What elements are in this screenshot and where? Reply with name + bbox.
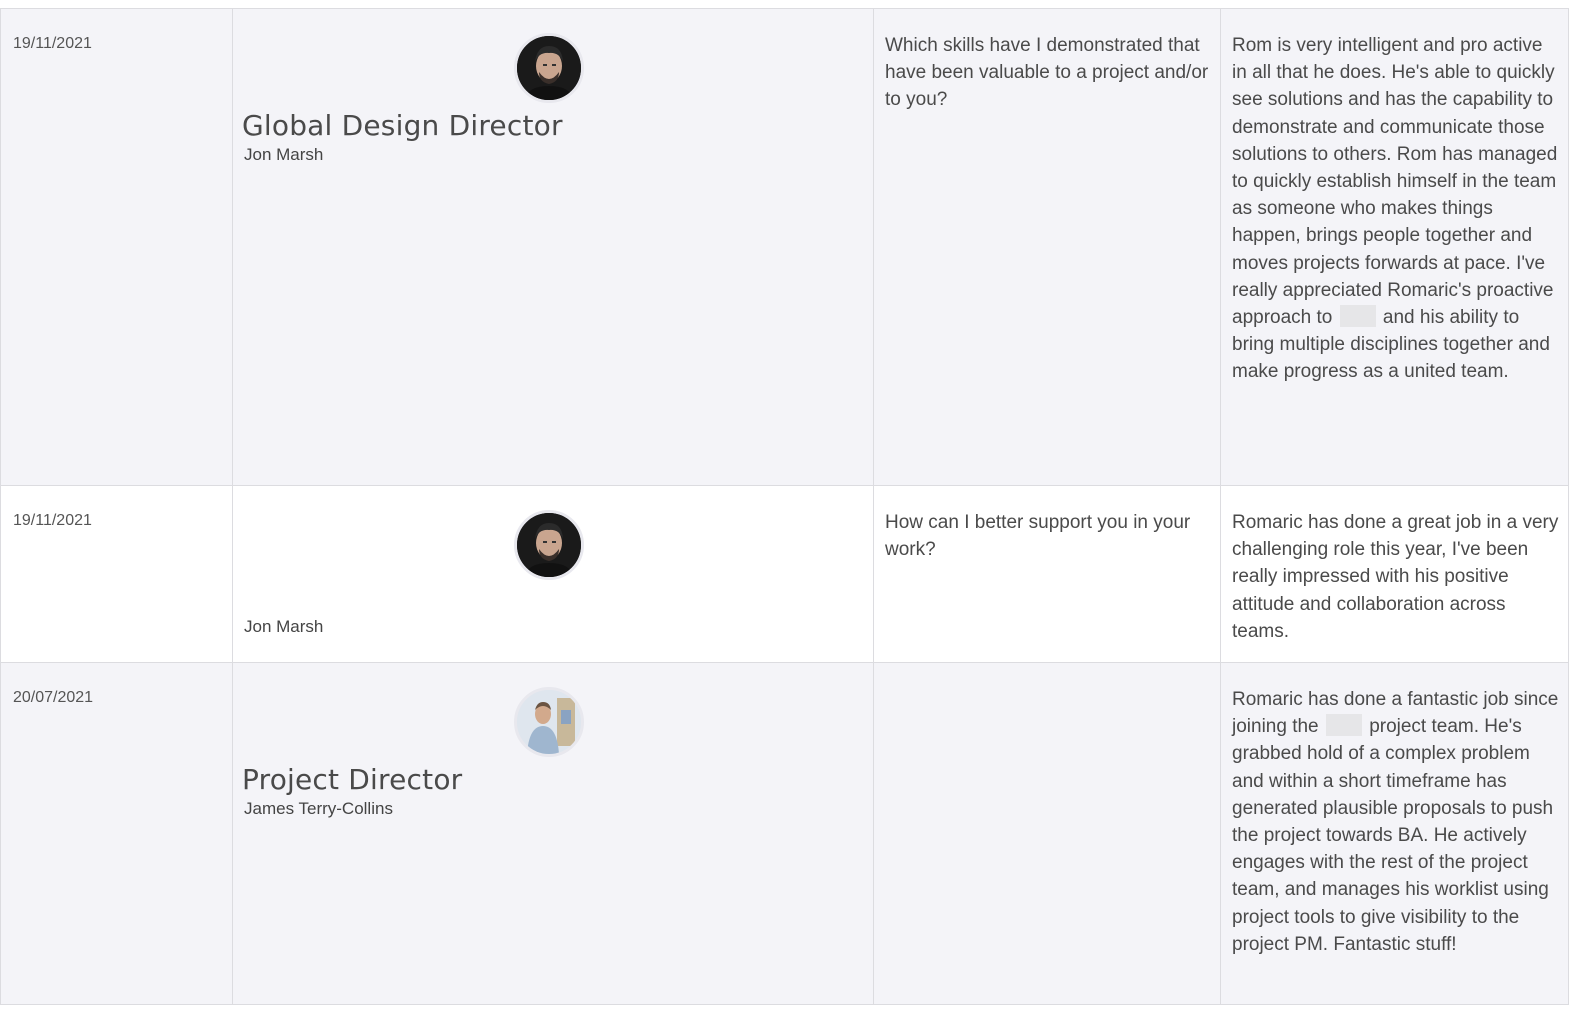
table-row: 20/07/2021 Project Director James Terry-… [0,662,1569,1005]
question-text [874,663,1220,686]
question-text: How can I better support you in your wor… [885,512,1191,561]
question-cell: How can I better support you in your wor… [873,485,1221,663]
date-cell: 20/07/2021 [0,662,233,1005]
answer-cell: Romaric has done a great job in a very c… [1220,485,1569,663]
reviewer-name: Jon Marsh [244,145,324,164]
question-text: Which skills have I demonstrated that ha… [885,35,1209,111]
question-cell [873,662,1221,1005]
reviewer-role: Project Director [242,763,463,796]
reviewer-name: Jon Marsh [244,617,324,636]
feedback-table-container: 19/11/2021 Global Design Director Jon Ma… [0,8,1569,1005]
answer-text: Rom is very intelligent and pro active i… [1221,9,1568,386]
answer-cell: Romaric has done a fantastic job since j… [1220,662,1569,1005]
table-row: 19/11/2021 Global Design Director Jon Ma… [0,8,1569,486]
answer-text: Romaric has done a fantastic job since j… [1221,663,1568,958]
date-cell: 19/11/2021 [0,485,233,663]
table-row: 19/11/2021 Jon Marsh How can I better su… [0,485,1569,663]
date-cell: 19/11/2021 [0,8,233,486]
answer-text: Romaric has done a great job in a very c… [1232,512,1559,642]
person-cell: Jon Marsh [232,485,874,663]
date: 20/07/2021 [13,689,94,706]
avatar[interactable] [514,687,584,757]
avatar[interactable] [514,33,584,103]
reviewer-role: Global Design Director [242,109,563,142]
answer-text-part: Rom is very intelligent and pro active i… [1232,35,1558,329]
person-cell: Global Design Director Jon Marsh [232,8,874,486]
feedback-table: 19/11/2021 Global Design Director Jon Ma… [0,8,1569,1005]
date: 19/11/2021 [13,512,92,529]
date: 19/11/2021 [13,35,92,52]
redacted-text [1325,714,1362,737]
answer-cell: Rom is very intelligent and pro active i… [1220,8,1569,486]
redacted-text [1339,305,1376,328]
person-photo-dark-icon [517,513,581,577]
person-photo-dark-icon [517,36,581,100]
reviewer-name: James Terry-Collins [244,799,393,818]
person-photo-light-icon [517,690,581,754]
question-cell: Which skills have I demonstrated that ha… [873,8,1221,486]
answer-text-part: project team. He's grabbed hold of a com… [1232,716,1554,955]
person-cell: Project Director James Terry-Collins [232,662,874,1005]
avatar[interactable] [514,510,584,580]
